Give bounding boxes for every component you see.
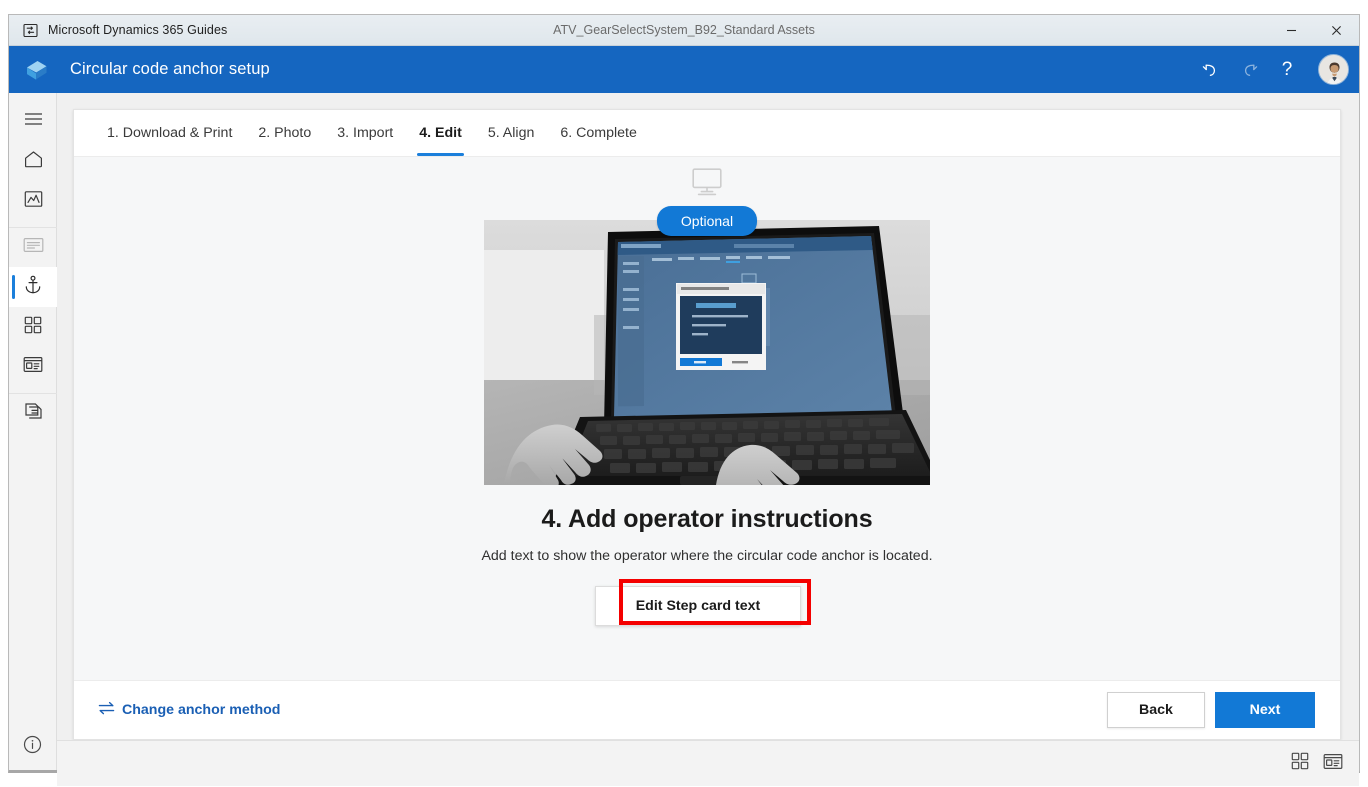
- home-icon: [24, 150, 43, 173]
- text-card-icon: [23, 237, 44, 258]
- main-content: 1. Download & Print 2. Photo 3. Import 4…: [57, 93, 1359, 740]
- step-headline: 4. Add operator instructions: [541, 505, 873, 533]
- sidebar-item-outline[interactable]: [9, 181, 57, 221]
- sidebar-item-anchor[interactable]: [9, 267, 57, 307]
- left-rail: [9, 93, 57, 770]
- sidebar-info-button[interactable]: [9, 724, 56, 770]
- redo-icon[interactable]: [1232, 53, 1266, 87]
- card-icon: [23, 356, 43, 378]
- app-header: Circular code anchor setup ?: [9, 46, 1359, 93]
- window-controls: [1269, 15, 1359, 45]
- tab-complete[interactable]: 6. Complete: [547, 110, 650, 156]
- close-button[interactable]: [1314, 15, 1359, 45]
- wizard-tabs: 1. Download & Print 2. Photo 3. Import 4…: [74, 110, 1340, 157]
- hamburger-icon: [24, 112, 43, 131]
- copy-icon: [24, 402, 43, 426]
- minimize-button[interactable]: [1269, 15, 1314, 45]
- illustration-photo: [484, 220, 930, 485]
- page-title: Circular code anchor setup: [70, 60, 270, 78]
- edit-step-card-wrap: Edit Step card text: [594, 579, 811, 626]
- tab-download-print[interactable]: 1. Download & Print: [94, 110, 245, 156]
- desktop-monitor-icon: [690, 167, 724, 202]
- tab-import[interactable]: 3. Import: [324, 110, 406, 156]
- chart-icon: [24, 190, 43, 213]
- sidebar-item-steps[interactable]: [9, 227, 57, 267]
- sidebar-item-home[interactable]: [9, 141, 57, 181]
- header-actions: ?: [1194, 53, 1349, 87]
- sidebar-item-menu[interactable]: [9, 101, 57, 141]
- undo-icon[interactable]: [1194, 53, 1228, 87]
- status-bar: [57, 740, 1359, 786]
- tab-photo[interactable]: 2. Photo: [245, 110, 324, 156]
- back-button[interactable]: Back: [1107, 692, 1205, 728]
- status-bar-actions: [1291, 752, 1343, 775]
- change-anchor-method-label: Change anchor method: [122, 702, 281, 718]
- avatar[interactable]: [1318, 54, 1349, 85]
- application-window: Microsoft Dynamics 365 Guides ATV_GearSe…: [0, 0, 1368, 787]
- card-view-icon[interactable]: [1323, 753, 1343, 775]
- swap-arrows-icon: [98, 701, 115, 719]
- change-anchor-method-button[interactable]: Change anchor method: [98, 701, 280, 719]
- sidebar-item-copy[interactable]: [9, 393, 57, 433]
- edit-step-card-text-button[interactable]: Edit Step card text: [594, 586, 802, 626]
- tab-edit[interactable]: 4. Edit: [406, 110, 475, 156]
- dynamics-guides-logo-icon: [23, 55, 56, 85]
- grid-icon: [24, 316, 42, 339]
- info-icon: [23, 735, 42, 759]
- step-content: Optional 4. Add operator instructions Ad…: [74, 157, 1340, 680]
- title-bar: Microsoft Dynamics 365 Guides ATV_GearSe…: [9, 15, 1359, 46]
- sidebar-item-assets[interactable]: [9, 307, 57, 347]
- app-icon: [23, 23, 39, 38]
- anchor-icon: [24, 275, 42, 300]
- next-button[interactable]: Next: [1215, 692, 1315, 728]
- wizard-card: 1. Download & Print 2. Photo 3. Import 4…: [73, 109, 1341, 740]
- main-region: 1. Download & Print 2. Photo 3. Import 4…: [57, 93, 1359, 786]
- title-bar-left: Microsoft Dynamics 365 Guides: [9, 23, 227, 38]
- optional-badge: Optional: [656, 206, 758, 236]
- window-frame: Microsoft Dynamics 365 Guides ATV_GearSe…: [8, 14, 1360, 786]
- sidebar-item-step-card[interactable]: [9, 347, 57, 387]
- body: 1. Download & Print 2. Photo 3. Import 4…: [9, 93, 1359, 786]
- step-description: Add text to show the operator where the …: [481, 548, 933, 564]
- app-name: Microsoft Dynamics 365 Guides: [48, 23, 228, 37]
- help-icon[interactable]: ?: [1270, 53, 1304, 87]
- rail-spacer: [9, 433, 56, 724]
- wizard-footer: Change anchor method Back Next: [74, 680, 1340, 739]
- tab-align[interactable]: 5. Align: [475, 110, 548, 156]
- grid-view-icon[interactable]: [1291, 752, 1309, 775]
- footer-actions: Back Next: [1107, 692, 1315, 728]
